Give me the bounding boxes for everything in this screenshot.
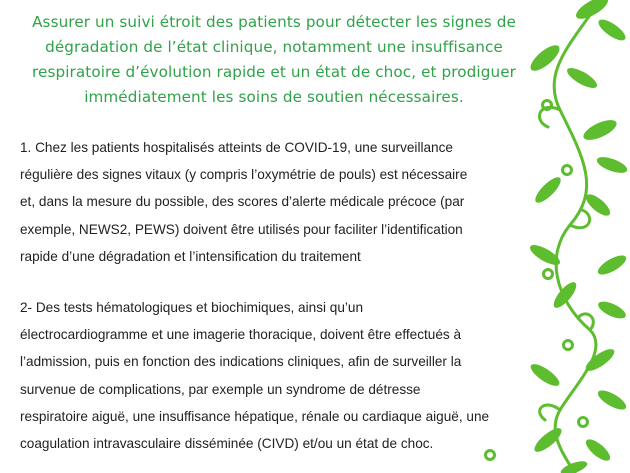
leaf-shape <box>597 255 627 275</box>
leaf-shape <box>585 349 615 371</box>
leaf-shape <box>583 120 617 140</box>
leaf-shape <box>553 282 577 308</box>
leaf-shape <box>560 461 588 473</box>
ring-ornament <box>561 164 573 176</box>
leaf-shape <box>534 428 562 452</box>
leaf-shape <box>597 390 627 410</box>
leaf-shape <box>576 0 608 19</box>
ring-ornament <box>541 99 553 111</box>
leaf-shape <box>535 177 561 203</box>
leaf-shape <box>566 68 598 88</box>
leaf-shape <box>530 364 560 386</box>
ring-ornament <box>577 416 589 428</box>
leaf-shape <box>596 157 628 173</box>
leaf-shape <box>598 19 626 41</box>
vine-decoration <box>484 0 628 473</box>
leaf-shape <box>598 301 626 319</box>
ring-ornament <box>542 268 554 280</box>
leaf-shape <box>585 439 611 461</box>
ring-ornament <box>562 339 574 351</box>
ring-ornament <box>484 449 496 461</box>
